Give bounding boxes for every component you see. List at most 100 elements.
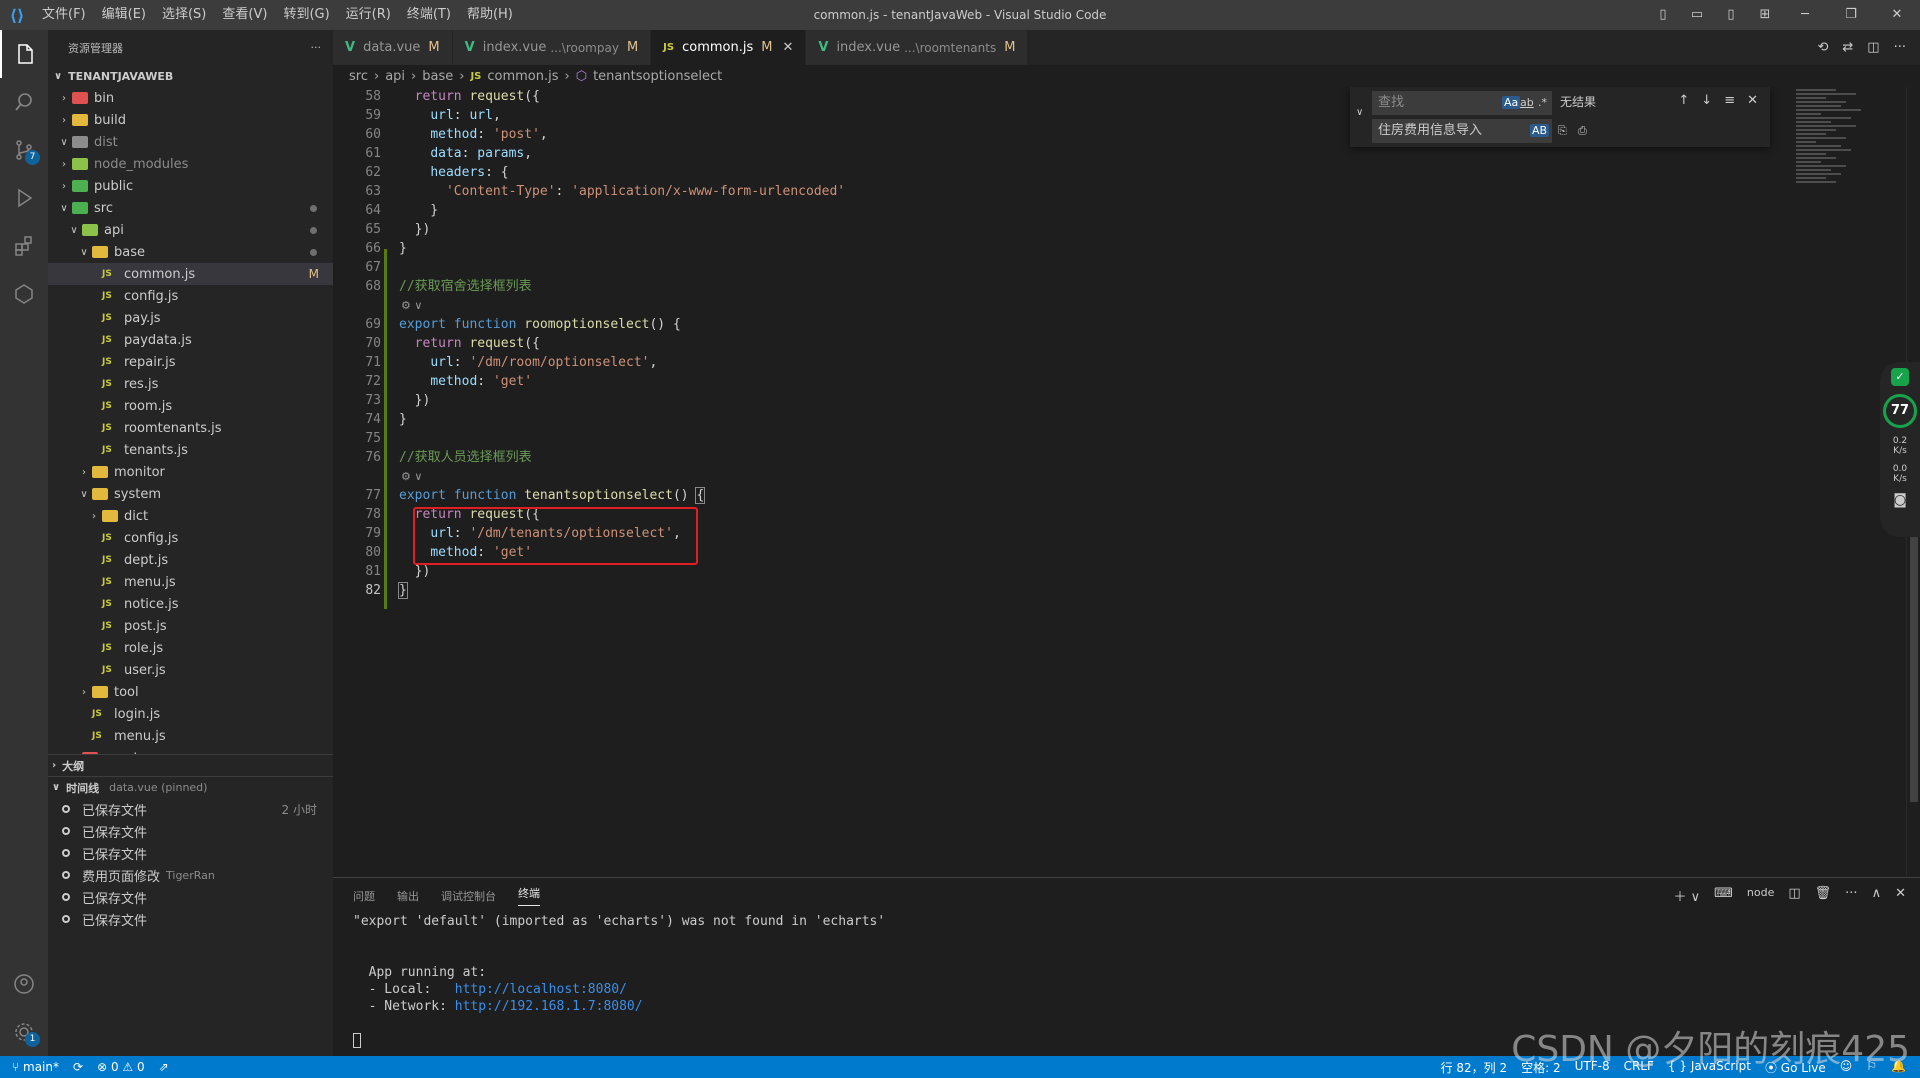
previous-match-icon[interactable]: ↑ (1678, 93, 1689, 108)
toggle-sidebar-icon[interactable]: ▯ (1646, 0, 1680, 30)
code-editor[interactable]: 58 59 60 61 62 63 64 65 66 67 68 69 70 71 72 73 74 75 76 77… (333, 87, 1920, 877)
cursor-position[interactable]: 行 82，列 2 (1441, 1059, 1508, 1076)
next-match-icon[interactable]: ↓ (1701, 93, 1712, 108)
tab-common-js[interactable]: JS common.js M ✕ (651, 30, 807, 65)
extensions-icon[interactable] (0, 222, 48, 270)
timeline-item[interactable]: 已保存文件 2 小时 (48, 798, 333, 820)
breadcrumb-item[interactable]: common.js (487, 69, 558, 84)
live-share-icon[interactable]: ⇗ (159, 1060, 169, 1074)
tree-folder[interactable]: › dict (48, 505, 333, 527)
menu-file[interactable]: 文件(F) (34, 0, 94, 30)
menu-view[interactable]: 查看(V) (214, 0, 275, 30)
tree-folder[interactable]: › build (48, 109, 333, 131)
menu-terminal[interactable]: 终端(T) (399, 0, 459, 30)
codelens-icon[interactable]: ⚙ ∨ (399, 296, 845, 315)
local-url-link[interactable]: http://localhost:8080/ (455, 982, 627, 997)
tree-folder[interactable]: › bin (48, 87, 333, 109)
open-changes-icon[interactable]: ⇄ (1842, 40, 1853, 55)
split-editor-icon[interactable]: ◫ (1867, 40, 1879, 55)
account-icon[interactable] (0, 960, 48, 1008)
tab-debug-console[interactable]: 调试控制台 (441, 888, 496, 904)
menu-run[interactable]: 运行(R) (338, 0, 399, 30)
replace-all-icon[interactable]: ⎙ (1578, 124, 1587, 138)
close-find-icon[interactable]: ✕ (1747, 93, 1758, 108)
outline-header[interactable]: › 大纲 (48, 754, 333, 776)
toggle-panel-icon[interactable]: ▭ (1680, 0, 1714, 30)
codelens-icon[interactable]: ⚙ ∨ (399, 467, 845, 486)
tree-file[interactable]: JS pay.js (48, 307, 333, 329)
network-url-link[interactable]: http://192.168.1.7:8080/ (455, 999, 643, 1014)
breadcrumb-item[interactable]: base (422, 69, 453, 84)
kill-terminal-icon[interactable]: 🗑 (1815, 886, 1832, 905)
breadcrumb-item[interactable]: api (385, 69, 405, 84)
more-actions-icon[interactable]: ··· (1845, 886, 1857, 905)
close-panel-icon[interactable]: ✕ (1895, 886, 1906, 905)
branch-indicator[interactable]: ⑂ main* (12, 1060, 59, 1074)
replace-icon[interactable]: ⎘ (1558, 124, 1567, 138)
minimap[interactable] (1796, 87, 1866, 257)
tree-folder[interactable]: ∨ system (48, 483, 333, 505)
tree-file[interactable]: JS repair.js (48, 351, 333, 373)
tree-file[interactable]: JS tenants.js (48, 439, 333, 461)
tree-file[interactable]: JS role.js (48, 637, 333, 659)
sync-icon[interactable]: ⟳ (73, 1060, 83, 1074)
tree-file[interactable]: JS res.js (48, 373, 333, 395)
close-tab-icon[interactable]: ✕ (782, 40, 793, 55)
tree-folder[interactable]: › node_modules (48, 153, 333, 175)
tree-folder[interactable]: › assets (48, 747, 333, 754)
restore-button[interactable]: ❐ (1828, 0, 1874, 30)
tree-file[interactable]: JS notice.js (48, 593, 333, 615)
problems-indicator[interactable]: ⊗ 0 ⚠ 0 (97, 1060, 145, 1074)
regex-toggle[interactable]: .* (1538, 96, 1547, 109)
tree-folder[interactable]: › tool (48, 681, 333, 703)
timeline-item[interactable]: 已保存文件 (48, 820, 333, 842)
explorer-icon[interactable] (0, 30, 48, 78)
tree-file[interactable]: JS user.js (48, 659, 333, 681)
network-monitor-widget[interactable]: ✓ 77 0.2 K/s 0.0 K/s ◙ (1880, 362, 1920, 537)
tree-file[interactable]: JS common.js M (48, 263, 333, 285)
new-terminal-icon[interactable]: ＋ ∨ (1673, 886, 1700, 905)
preserve-case-toggle[interactable]: AB (1530, 124, 1550, 137)
tab-data-vue[interactable]: V data.vue M (333, 30, 453, 65)
search-icon[interactable] (0, 78, 48, 126)
match-whole-word-toggle[interactable]: ab (1520, 96, 1534, 109)
breadcrumb-item[interactable]: src (349, 69, 368, 84)
tab-index-vue-roompay[interactable]: V index.vue ...\roompay M (452, 30, 652, 65)
tab-output[interactable]: 输出 (397, 888, 419, 904)
tree-folder[interactable]: ∨ base (48, 241, 333, 263)
timeline-item[interactable]: 费用页面修改 TigerRan (48, 864, 333, 886)
customize-layout-icon[interactable]: ⊞ (1748, 0, 1782, 30)
camera-icon[interactable]: ◙ (1893, 492, 1907, 508)
tree-file[interactable]: JS room.js (48, 395, 333, 417)
menu-selection[interactable]: 选择(S) (154, 0, 214, 30)
timeline-item[interactable]: 已保存文件 (48, 908, 333, 930)
split-terminal-icon[interactable]: ◫ (1788, 886, 1800, 905)
find-in-selection-icon[interactable]: ≡ (1724, 93, 1735, 108)
tab-terminal[interactable]: 终端 (518, 885, 540, 906)
source-control-icon[interactable]: 7 (0, 126, 48, 174)
tree-file[interactable]: JS config.js (48, 527, 333, 549)
menu-help[interactable]: 帮助(H) (459, 0, 521, 30)
timeline-item[interactable]: 已保存文件 (48, 842, 333, 864)
close-window-button[interactable]: ✕ (1874, 0, 1920, 30)
tree-folder[interactable]: ∨ api (48, 219, 333, 241)
toggle-replace-icon[interactable]: ∨ (1356, 107, 1363, 118)
tree-file[interactable]: JS dept.js (48, 549, 333, 571)
timeline-header[interactable]: ∨ 时间线 data.vue (pinned) (48, 776, 333, 798)
replace-input[interactable]: 住房费用信息导入 (1372, 119, 1552, 143)
project-folder-header[interactable]: ∨ TENANTJAVAWEB (48, 65, 333, 87)
toggle-secondary-sidebar-icon[interactable]: ▯ (1714, 0, 1748, 30)
terminal-name[interactable]: node (1747, 886, 1774, 905)
tree-file[interactable]: JS roomtenants.js (48, 417, 333, 439)
tree-file[interactable]: JS menu.js (48, 571, 333, 593)
settings-gear-icon[interactable]: 1 (0, 1008, 48, 1056)
tree-folder[interactable]: ∨ src (48, 197, 333, 219)
minimize-button[interactable]: ─ (1782, 0, 1828, 30)
tree-file[interactable]: JS login.js (48, 703, 333, 725)
timeline-item[interactable]: 已保存文件 (48, 886, 333, 908)
tree-folder[interactable]: ∨ dist (48, 131, 333, 153)
breadcrumb-item[interactable]: tenantsoptionselect (593, 69, 722, 84)
menu-edit[interactable]: 编辑(E) (94, 0, 154, 30)
tree-folder[interactable]: › monitor (48, 461, 333, 483)
maximize-panel-icon[interactable]: ∧ (1872, 886, 1882, 905)
